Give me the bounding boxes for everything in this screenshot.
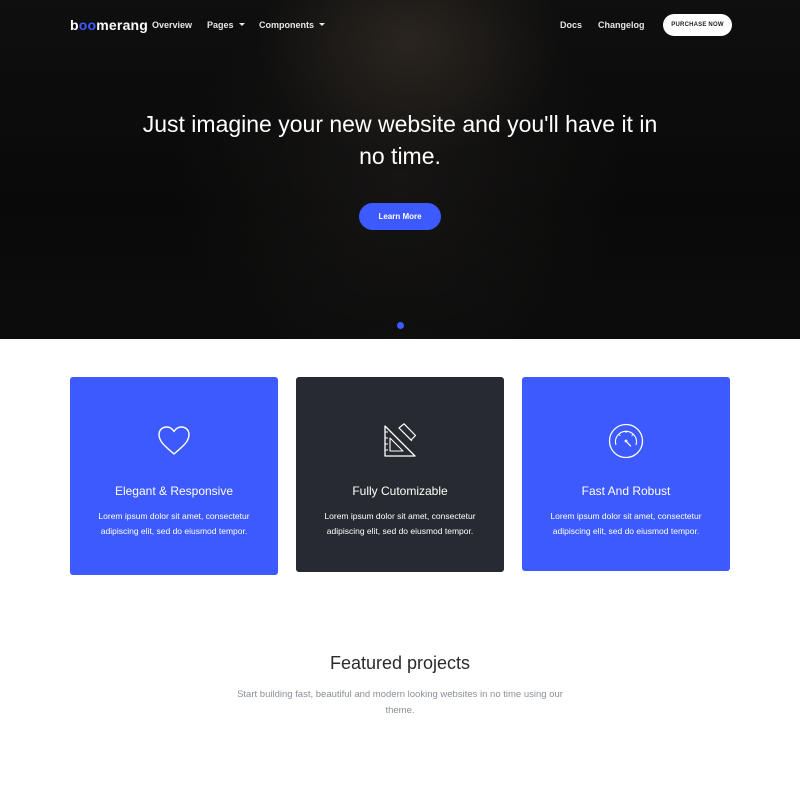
brand-suffix: merang — [96, 17, 149, 33]
nav-link-label: Docs — [560, 20, 583, 30]
nav-link-components[interactable]: Components — [259, 20, 325, 30]
purchase-now-button[interactable]: PURCHASE NOW — [663, 14, 732, 36]
featured-projects-subtitle: Start building fast, beautiful and moder… — [237, 689, 563, 716]
caret-down-icon — [238, 23, 245, 26]
nav-link-overview[interactable]: Overview — [152, 20, 192, 30]
ruler-triangle-icon — [384, 423, 417, 457]
nav-link-pages[interactable]: Pages — [207, 20, 245, 30]
featured-projects-title: Featured projects — [329, 653, 471, 673]
nav-link-label: Overview — [152, 20, 193, 30]
nav-link-docs[interactable]: Docs — [560, 20, 582, 30]
heart-icon — [158, 426, 190, 455]
hero-section: boomerang Overview Pages Components Docs… — [0, 0, 800, 339]
nav-link-label: Components — [259, 20, 314, 30]
feature-text: Lorem ipsum dolor sit amet, consectetur … — [550, 511, 702, 536]
brand-prefix: b — [70, 17, 79, 33]
brand-logo[interactable]: boomerang — [70, 17, 148, 33]
feature-title: Fast And Robust — [581, 484, 671, 498]
hero-title: Just imagine your new website and you'll… — [142, 111, 658, 169]
caret-down-icon — [319, 23, 325, 26]
feature-text: Lorem ipsum dolor sit amet, consectetur … — [98, 511, 250, 536]
feature-title: Fully Cutomizable — [352, 484, 448, 498]
slider-indicator-dot[interactable] — [397, 322, 404, 329]
feature-text: Lorem ipsum dolor sit amet, consectetur … — [324, 511, 476, 536]
nav-link-label: Changelog — [598, 20, 645, 30]
nav-link-changelog[interactable]: Changelog — [598, 20, 645, 30]
navbar: boomerang Overview Pages Components Docs… — [0, 0, 800, 50]
brand-oo: oo — [78, 17, 97, 33]
feature-card-customizable: Fully Cutomizable Lorem ipsum dolor sit … — [296, 377, 504, 572]
feature-title: Elegant & Responsive — [114, 484, 234, 498]
nav-link-label: Pages — [207, 20, 234, 30]
feature-card-fast: Fast And Robust Lorem ipsum dolor sit am… — [522, 377, 730, 571]
speedometer-icon — [608, 423, 644, 459]
feature-card-elegant: Elegant & Responsive Lorem ipsum dolor s… — [70, 377, 278, 575]
learn-more-button[interactable]: Learn More — [359, 203, 441, 230]
